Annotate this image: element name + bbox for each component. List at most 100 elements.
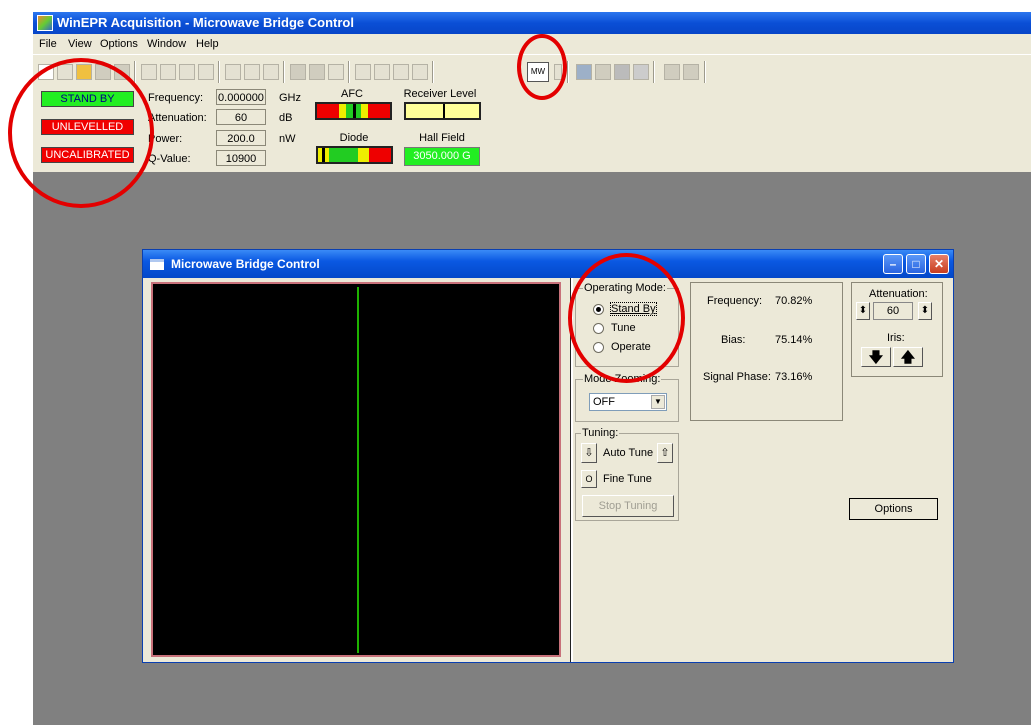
expand-icon[interactable]: [179, 64, 195, 80]
toolbar-separator: [704, 61, 706, 83]
diode-label: Diode: [339, 132, 369, 144]
bias-readout-value: 75.14%: [775, 334, 813, 346]
peak-icon[interactable]: [328, 64, 344, 80]
tune-option[interactable]: Tune: [611, 322, 636, 334]
pane-divider[interactable]: [570, 278, 573, 662]
menu-bar: File View Options Window Help: [33, 34, 1031, 54]
hall-field-value: 3050.000 G: [404, 147, 480, 166]
iris-down-icon[interactable]: 🡇: [861, 347, 891, 367]
power-value: 200.0: [216, 130, 266, 146]
power-label: Power:: [148, 133, 183, 145]
options-button[interactable]: Options: [849, 498, 938, 520]
chevron-down-icon[interactable]: ▼: [651, 395, 665, 409]
app-title: WinEPR Acquisition - Microwave Bridge Co…: [57, 15, 354, 30]
q-value-value: 10900: [216, 150, 266, 166]
integrate-icon[interactable]: [393, 64, 409, 80]
compress-icon[interactable]: [198, 64, 214, 80]
toolbar-separator: [348, 61, 350, 83]
select-icon[interactable]: [244, 64, 260, 80]
move-icon[interactable]: [263, 64, 279, 80]
toolbar: MW: [33, 54, 1031, 87]
operate-option[interactable]: Operate: [611, 341, 651, 353]
toolbar-separator: [432, 61, 434, 83]
standby-option[interactable]: Stand By: [610, 302, 657, 316]
tune-radio[interactable]: [593, 323, 604, 334]
save-icon[interactable]: [95, 64, 111, 80]
toolbar-separator: [653, 61, 655, 83]
attenuation-value: 60: [216, 109, 266, 125]
menu-help[interactable]: Help: [196, 38, 219, 50]
attenuation-panel-label: Attenuation:: [869, 288, 928, 300]
bias-readout-label: Bias:: [721, 334, 746, 346]
window-icon: [150, 259, 164, 270]
tuning-scope-display: [151, 282, 561, 657]
unlevelled-status: UNLEVELLED: [41, 119, 134, 135]
child-title: Microwave Bridge Control: [171, 257, 320, 271]
child-titlebar: Microwave Bridge Control – □ ✕: [143, 250, 953, 278]
disk-icon[interactable]: [614, 64, 630, 80]
mode-zooming-select[interactable]: OFF ▼: [589, 393, 667, 411]
frequency-label: Frequency:: [148, 92, 204, 104]
standby-radio[interactable]: [593, 304, 604, 315]
cross-icon[interactable]: [160, 64, 176, 80]
copy-icon[interactable]: [57, 64, 73, 80]
fine-tune-label: Fine Tune: [603, 473, 652, 485]
tuning-trace: [357, 287, 359, 653]
auto-tune-label: Auto Tune: [603, 447, 654, 459]
toolbar-separator: [283, 61, 285, 83]
new-file-icon[interactable]: [38, 64, 54, 80]
iris-label: Iris:: [887, 332, 905, 344]
iris-up-icon[interactable]: 🡅: [893, 347, 923, 367]
spectrum-icon[interactable]: [355, 64, 371, 80]
maximize-icon[interactable]: □: [906, 254, 926, 274]
menu-file[interactable]: File: [39, 38, 57, 50]
zoom-diamond-icon[interactable]: [141, 64, 157, 80]
operate-radio[interactable]: [593, 342, 604, 353]
frequency-value: 0.000000: [216, 89, 266, 105]
diode-meter: [316, 146, 393, 164]
signal-phase-value: 73.16%: [775, 371, 813, 383]
signal-phase-label: Signal Phase:: [703, 371, 771, 383]
operating-mode-label: Operating Mode:: [583, 282, 667, 294]
tuning-label: Tuning:: [581, 427, 620, 439]
microwave-bridge-window: Microwave Bridge Control – □ ✕ Operating…: [142, 249, 954, 663]
attenuation-label: Attenuation:: [148, 112, 207, 124]
setup-icon[interactable]: [595, 64, 611, 80]
frequency-readout-value: 70.82%: [775, 295, 813, 307]
acquire-icon[interactable]: [576, 64, 592, 80]
baseline-icon[interactable]: [374, 64, 390, 80]
q-value-label: Q-Value:: [148, 153, 191, 165]
minimize-icon[interactable]: –: [883, 254, 903, 274]
mw-button[interactable]: MW: [527, 62, 549, 82]
uncalibrated-status: UNCALIBRATED: [41, 147, 134, 163]
menu-options[interactable]: Options: [100, 38, 138, 50]
matrix2-icon[interactable]: [683, 64, 699, 80]
fine-tune-button[interactable]: O: [581, 470, 597, 488]
print-icon[interactable]: [114, 64, 130, 80]
attenuation-decrease-icon[interactable]: ⬍: [856, 302, 870, 320]
open-folder-icon[interactable]: [76, 64, 92, 80]
zoom-icon[interactable]: [225, 64, 241, 80]
stop-tuning-button[interactable]: Stop Tuning: [582, 495, 674, 517]
close-icon[interactable]: ✕: [929, 254, 949, 274]
tune-down-arrow-icon[interactable]: ⇩: [581, 443, 597, 463]
afc-meter: [315, 102, 392, 120]
toolbar-separator: [134, 61, 136, 83]
tune-up-arrow-icon[interactable]: ⇧: [657, 443, 673, 463]
derivative-icon[interactable]: [412, 64, 428, 80]
toolbar-button[interactable]: [554, 64, 562, 80]
app-icon: [37, 15, 53, 31]
frequency-readout-label: Frequency:: [707, 295, 763, 307]
grid-icon[interactable]: [290, 64, 306, 80]
attenuation-increase-icon[interactable]: ⬍: [918, 302, 932, 320]
overlay-icon[interactable]: [309, 64, 325, 80]
menu-window[interactable]: Window: [147, 38, 186, 50]
menu-view[interactable]: View: [68, 38, 92, 50]
app-titlebar: WinEPR Acquisition - Microwave Bridge Co…: [33, 12, 1031, 34]
standby-status: STAND BY: [41, 91, 134, 107]
target-icon[interactable]: [633, 64, 649, 80]
hall-field-label: Hall Field: [419, 132, 465, 144]
attenuation-input[interactable]: 60: [873, 302, 913, 320]
matrix-icon[interactable]: [664, 64, 680, 80]
receiver-level-label: Receiver Level: [403, 88, 477, 100]
